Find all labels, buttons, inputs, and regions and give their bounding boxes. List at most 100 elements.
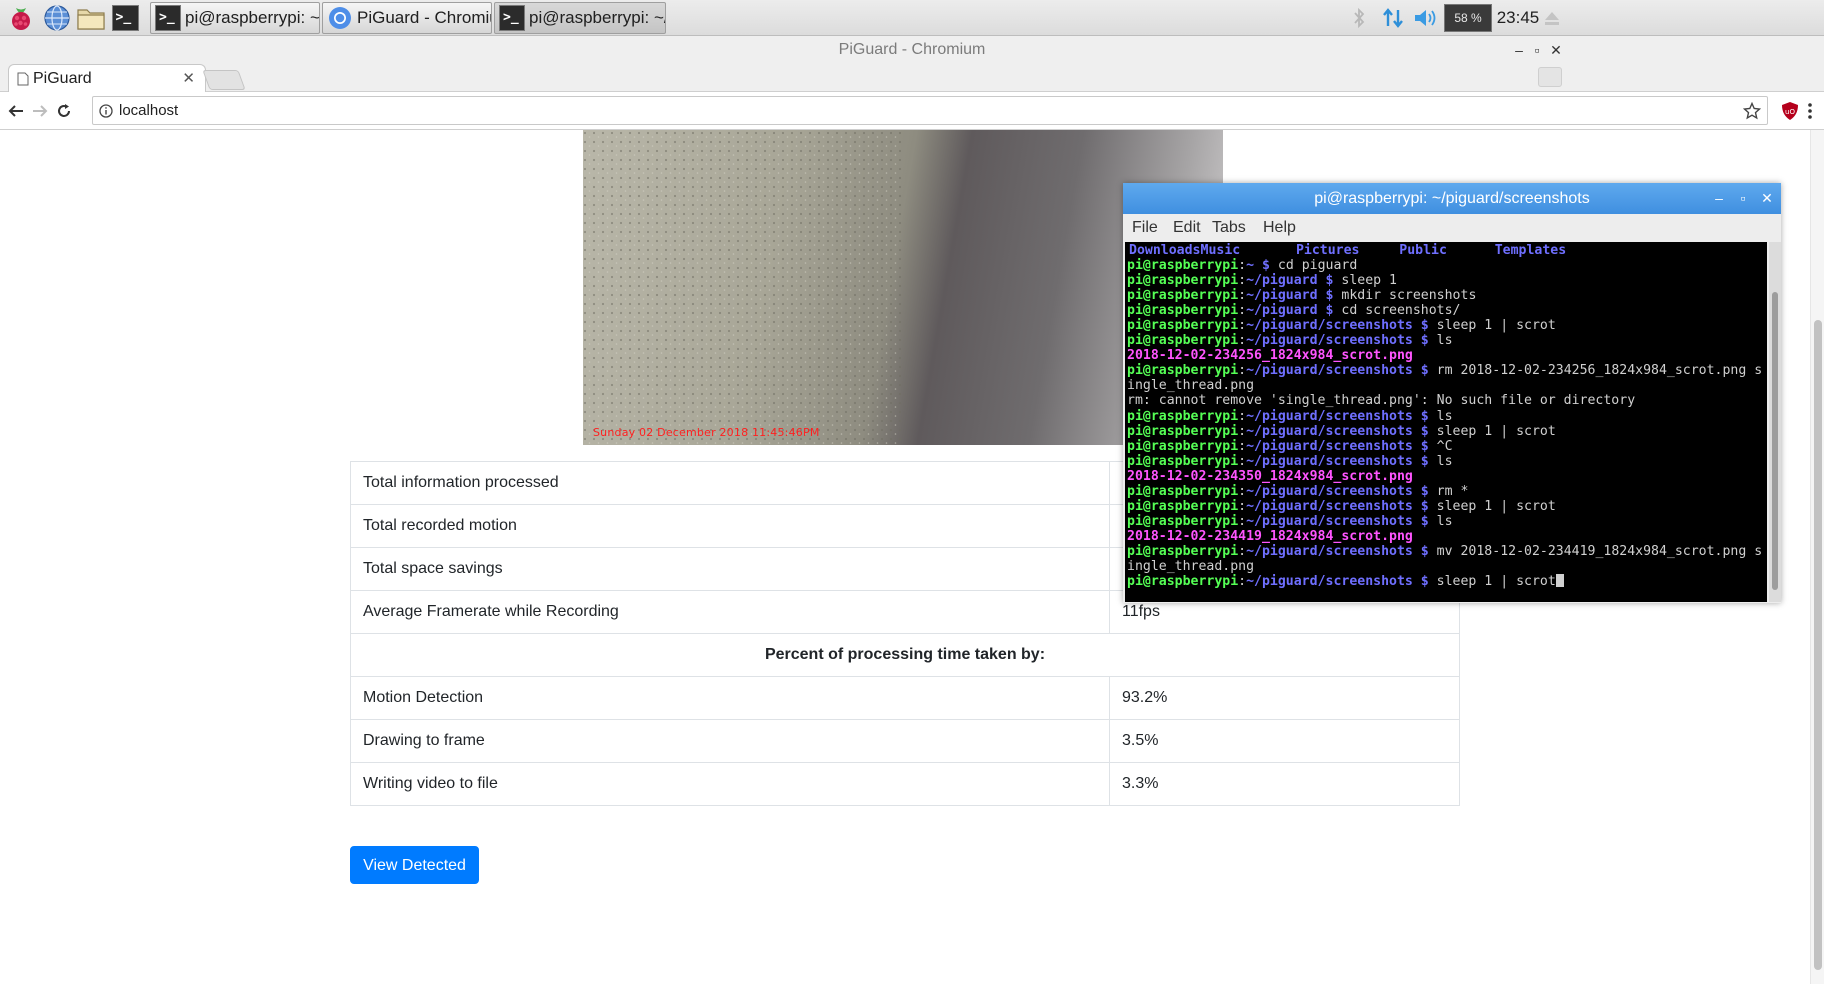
terminal-line: pi@raspberrypi:~/piguard/screenshots $ s… bbox=[1127, 318, 1556, 334]
address-bar[interactable]: localhost bbox=[92, 96, 1768, 125]
maximize-icon[interactable]: ▫ bbox=[1731, 183, 1755, 214]
tab-strip: PiGuard ✕ bbox=[0, 64, 1824, 93]
terminal-icon[interactable]: >_ bbox=[110, 3, 140, 33]
camera-timestamp: Sunday 02 December 2018 11:45:46PM bbox=[593, 426, 820, 439]
terminal-icon: >_ bbox=[499, 5, 525, 31]
table-row: Percent of processing time taken by: bbox=[350, 633, 1460, 677]
processing-value: 3.3% bbox=[1109, 762, 1460, 806]
volume-icon[interactable] bbox=[1410, 0, 1440, 36]
raspberry-menu-icon[interactable] bbox=[6, 3, 36, 33]
close-icon[interactable]: ✕ bbox=[1755, 183, 1779, 214]
view-detected-button[interactable]: View Detected bbox=[350, 846, 479, 884]
prompt-user: pi@raspberrypi bbox=[1127, 498, 1239, 514]
info-icon[interactable] bbox=[99, 104, 113, 118]
file-entry: 2018-12-02-234350_1824x984_scrot.png bbox=[1127, 468, 1413, 484]
reload-icon[interactable] bbox=[50, 97, 78, 125]
processing-value: 3.5% bbox=[1109, 719, 1460, 763]
tab-title: PiGuard bbox=[33, 70, 92, 87]
prompt-path: ~/piguard bbox=[1246, 303, 1318, 319]
terminal-line: pi@raspberrypi:~/piguard/screenshots $ l… bbox=[1127, 408, 1453, 424]
output-text: ingle_thread.png bbox=[1127, 558, 1255, 574]
window-title: PiGuard - Chromium bbox=[838, 41, 986, 58]
network-arrows-icon[interactable] bbox=[1378, 0, 1408, 36]
terminal-title: pi@raspberrypi: ~/piguard/screenshots bbox=[1314, 190, 1590, 207]
menu-file[interactable]: File bbox=[1132, 219, 1158, 237]
terminal-line: pi@raspberrypi:~/piguard $ sleep 1 bbox=[1127, 273, 1397, 289]
prompt-user: pi@raspberrypi bbox=[1127, 513, 1239, 529]
cpu-usage-monitor[interactable]: 58 % bbox=[1444, 4, 1492, 32]
processing-label: Drawing to frame bbox=[350, 719, 1110, 763]
scrollbar-thumb[interactable] bbox=[1814, 320, 1822, 970]
prompt-path: ~/piguard bbox=[1246, 288, 1318, 304]
processing-value: 93.2% bbox=[1109, 676, 1460, 720]
prompt-path: ~/piguard/screenshots bbox=[1246, 438, 1413, 454]
prompt-path: ~/piguard/screenshots bbox=[1246, 513, 1413, 529]
prompt-user: pi@raspberrypi bbox=[1127, 453, 1239, 469]
file-manager-icon[interactable] bbox=[76, 3, 106, 33]
command-text: cd piguard bbox=[1277, 258, 1358, 274]
output-text: rm: cannot remove 'single_thread.png': N… bbox=[1127, 393, 1636, 409]
prompt-path: ~/piguard/screenshots bbox=[1246, 423, 1413, 439]
web-browser-icon[interactable] bbox=[42, 3, 72, 33]
prompt-user: pi@raspberrypi bbox=[1127, 258, 1239, 274]
file-entry: 2018-12-02-234419_1824x984_scrot.png bbox=[1127, 528, 1413, 544]
stat-label: Total space savings bbox=[350, 547, 1110, 591]
menu-edit[interactable]: Edit bbox=[1173, 219, 1201, 237]
command-text: rm * bbox=[1436, 483, 1469, 499]
directory-entry: Music bbox=[1200, 243, 1241, 258]
prompt-path: ~/piguard/screenshots bbox=[1246, 574, 1413, 590]
command-text: ls bbox=[1436, 333, 1453, 349]
minimize-icon[interactable]: – bbox=[1707, 183, 1731, 214]
table-row: Drawing to frame 3.5% bbox=[350, 719, 1460, 763]
terminal-menubar: File Edit Tabs Help bbox=[1123, 214, 1781, 242]
bluetooth-icon[interactable] bbox=[1346, 0, 1372, 36]
processing-label: Writing video to file bbox=[350, 762, 1110, 806]
page-scrollbar[interactable] bbox=[1810, 130, 1824, 984]
prompt-user: pi@raspberrypi bbox=[1127, 438, 1239, 454]
prompt-user: pi@raspberrypi bbox=[1127, 273, 1239, 289]
directory-entry: Public bbox=[1399, 243, 1447, 258]
terminal-line: rm: cannot remove 'single_thread.png': N… bbox=[1127, 393, 1767, 408]
prompt-path: ~/piguard/screenshots bbox=[1246, 318, 1413, 334]
prompt-path: ~/piguard/screenshots bbox=[1246, 333, 1413, 349]
url-text: localhost bbox=[119, 102, 179, 119]
table-row: Motion Detection 93.2% bbox=[350, 676, 1460, 720]
terminal-line: pi@raspberrypi:~/piguard/screenshots $ ^… bbox=[1127, 438, 1453, 454]
processing-label: Motion Detection bbox=[350, 676, 1110, 720]
menu-kebab-icon[interactable] bbox=[1796, 97, 1824, 125]
taskbar-task-terminal-1[interactable]: >_ pi@raspberrypi: ~/pig... bbox=[150, 2, 320, 34]
command-text: mv 2018-12-02-234419_1824x984_scrot.png … bbox=[1436, 543, 1763, 559]
terminal-scrollbar[interactable] bbox=[1769, 242, 1781, 602]
prompt-path: ~/piguard/screenshots bbox=[1246, 453, 1413, 469]
bookmark-star-icon[interactable] bbox=[1743, 102, 1761, 120]
table-row: Writing video to file 3.3% bbox=[350, 762, 1460, 806]
terminal-line: Downloads Music Pictures Public Templates bbox=[1127, 243, 1767, 258]
taskbar-task-terminal-2[interactable]: >_ pi@raspberrypi: ~/pig... bbox=[494, 2, 666, 34]
command-text: sleep 1 | scrot bbox=[1436, 498, 1556, 514]
scrollbar-thumb[interactable] bbox=[1772, 292, 1778, 590]
menu-tabs[interactable]: Tabs bbox=[1212, 219, 1246, 237]
task-label: PiGuard - Chromium bbox=[357, 8, 491, 27]
terminal-line: pi@raspberrypi:~/piguard/screenshots $ r… bbox=[1127, 483, 1469, 499]
profile-icon[interactable] bbox=[1538, 67, 1562, 87]
eject-icon[interactable] bbox=[1538, 0, 1566, 36]
tab-piguard[interactable]: PiGuard ✕ bbox=[8, 64, 206, 93]
terminal-line: pi@raspberrypi:~/piguard/screenshots $ l… bbox=[1127, 333, 1453, 349]
task-label: pi@raspberrypi: ~/pig... bbox=[529, 8, 665, 27]
menu-help[interactable]: Help bbox=[1263, 219, 1296, 237]
close-window-icon[interactable]: ✕ bbox=[1545, 36, 1567, 64]
close-tab-icon[interactable]: ✕ bbox=[182, 69, 195, 87]
command-text: ^C bbox=[1436, 438, 1453, 454]
taskbar-task-chromium[interactable]: PiGuard - Chromium bbox=[322, 2, 492, 34]
new-tab-button[interactable] bbox=[202, 70, 246, 90]
terminal-window[interactable]: pi@raspberrypi: ~/piguard/screenshots – … bbox=[1123, 183, 1781, 603]
chromium-icon bbox=[329, 7, 351, 29]
terminal-output[interactable]: Downloads Music Pictures Public Templates pi@… bbox=[1125, 242, 1767, 602]
prompt-user: pi@raspberrypi bbox=[1127, 363, 1239, 379]
clock-time: 23:45 bbox=[1496, 8, 1540, 27]
terminal-line: 2018-12-02-234350_1824x984_scrot.png bbox=[1127, 469, 1767, 484]
stat-label: Total information processed bbox=[350, 461, 1110, 505]
terminal-titlebar[interactable]: pi@raspberrypi: ~/piguard/screenshots – … bbox=[1123, 183, 1781, 214]
directory-entry: Pictures bbox=[1295, 243, 1360, 258]
prompt-path: ~/piguard/screenshots bbox=[1246, 408, 1413, 424]
